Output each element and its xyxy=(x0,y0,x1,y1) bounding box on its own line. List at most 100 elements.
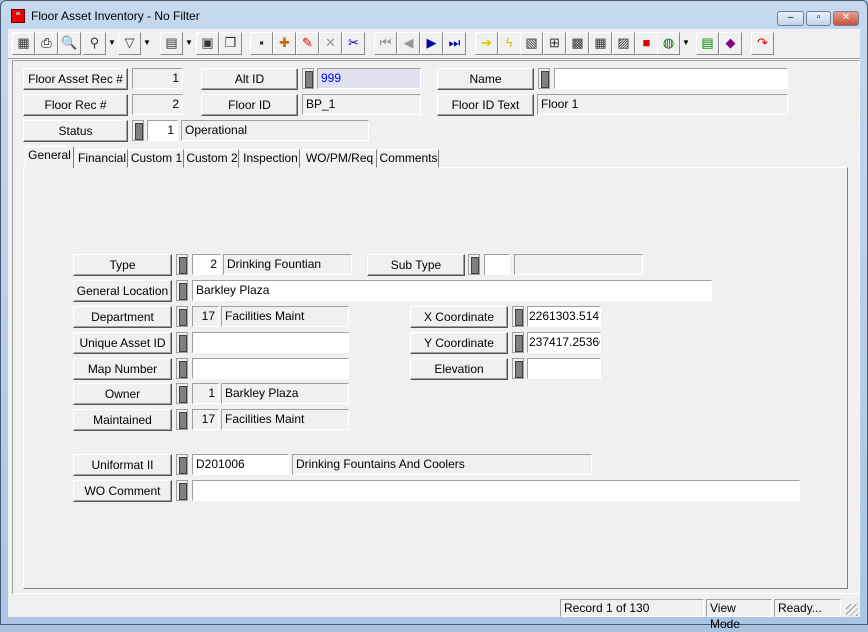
filter-button[interactable]: ▽ xyxy=(118,32,141,55)
cut-button[interactable]: ✂ xyxy=(342,32,365,55)
globe-button[interactable]: ◍ xyxy=(657,32,680,55)
save-button[interactable]: ▪ xyxy=(250,32,273,55)
minimize-button[interactable]: – xyxy=(777,11,804,26)
alt-id-field[interactable]: 999 xyxy=(317,68,421,89)
maximize-button[interactable]: ▫ xyxy=(806,11,831,26)
calculator-button[interactable]: ▦ xyxy=(589,32,612,55)
last-record-button[interactable]: ⏭ xyxy=(443,32,466,55)
delete-button[interactable]: ✕ xyxy=(319,32,342,55)
chevron-down-icon[interactable]: ▼ xyxy=(106,32,118,55)
uniformat-code-field[interactable]: D201006 xyxy=(192,454,289,475)
toolbox-button[interactable]: ■ xyxy=(635,32,658,55)
floor-rec-button[interactable]: Floor Rec # xyxy=(23,94,128,116)
floor-id-text-button[interactable]: Floor ID Text xyxy=(437,94,534,116)
y-coordinate-handle[interactable] xyxy=(512,332,524,353)
tab-general[interactable]: General xyxy=(25,146,74,168)
elevation-handle[interactable] xyxy=(512,358,524,379)
unique-asset-id-handle[interactable] xyxy=(176,332,188,353)
sub-type-text-field xyxy=(514,254,643,275)
spreadsheet-button[interactable]: ▤ xyxy=(696,32,719,55)
edit-button[interactable]: ✎ xyxy=(296,32,319,55)
status-button[interactable]: Status xyxy=(23,120,128,142)
general-location-lookup-handle[interactable] xyxy=(176,280,188,301)
name-lookup-handle[interactable] xyxy=(538,68,550,89)
owner-text-field: Barkley Plaza xyxy=(221,383,349,404)
hierarchy-icon: ▧ xyxy=(525,35,538,50)
resize-grip[interactable] xyxy=(846,604,858,616)
maintained-lookup-handle[interactable] xyxy=(176,409,188,430)
uniformat-lookup-handle[interactable] xyxy=(176,454,188,475)
department-button[interactable]: Department xyxy=(73,306,172,328)
close-button[interactable]: ✕ xyxy=(833,11,859,26)
name-button[interactable]: Name xyxy=(437,68,534,90)
relations-button[interactable]: ⊞ xyxy=(543,32,566,55)
previous-record-button[interactable]: ◀ xyxy=(397,32,420,55)
chevron-down-icon[interactable]: ▼ xyxy=(680,32,692,55)
elevation-button[interactable]: Elevation xyxy=(410,358,508,380)
form-view-button[interactable]: ▦ xyxy=(12,32,35,55)
y-coordinate-button[interactable]: Y Coordinate xyxy=(410,332,508,354)
y-coordinate-field[interactable]: 237417.25360 xyxy=(527,332,601,353)
type-lookup-handle[interactable] xyxy=(176,254,188,275)
type-button[interactable]: Type xyxy=(73,254,172,276)
map-number-handle[interactable] xyxy=(176,358,188,379)
sub-type-button[interactable]: Sub Type xyxy=(367,254,465,276)
tab-financial[interactable]: Financial xyxy=(76,149,128,168)
add-record-button[interactable]: ✚ xyxy=(273,32,296,55)
properties-button[interactable]: ▣ xyxy=(196,32,219,55)
x-coordinate-field[interactable]: 2261303.5147 xyxy=(527,306,601,327)
map-number-button[interactable]: Map Number xyxy=(73,358,172,380)
general-location-field[interactable]: Barkley Plaza xyxy=(192,280,712,301)
alt-id-lookup-handle[interactable] xyxy=(302,68,314,89)
report-button[interactable]: ▤ xyxy=(160,32,183,55)
exit-button[interactable]: ↷ xyxy=(751,32,774,55)
elevation-field[interactable] xyxy=(527,358,601,379)
department-lookup-handle[interactable] xyxy=(176,306,188,327)
floor-asset-rec-button[interactable]: Floor Asset Rec # xyxy=(23,68,128,90)
general-location-button[interactable]: General Location xyxy=(73,280,172,302)
floor-id-button[interactable]: Floor ID xyxy=(201,94,298,116)
goto-icon: ➔ xyxy=(481,35,492,50)
wo-comment-field[interactable] xyxy=(192,480,800,501)
unique-asset-id-button[interactable]: Unique Asset ID xyxy=(73,332,172,354)
x-coordinate-button[interactable]: X Coordinate xyxy=(410,306,508,328)
chevron-down-icon[interactable]: ▼ xyxy=(183,32,195,55)
owner-button[interactable]: Owner xyxy=(73,383,172,405)
owner-lookup-handle[interactable] xyxy=(176,383,188,404)
wo-comment-handle[interactable] xyxy=(176,480,188,501)
preview-button[interactable]: 🔍 xyxy=(58,32,81,55)
lightning-button[interactable]: ϟ xyxy=(498,32,521,55)
first-record-button[interactable]: ⏮ xyxy=(374,32,397,55)
chevron-down-icon[interactable]: ▼ xyxy=(141,32,153,55)
type-code-field[interactable]: 2 xyxy=(192,254,221,275)
copy-record-button[interactable]: ❐ xyxy=(219,32,242,55)
previous-record-icon: ◀ xyxy=(403,35,414,50)
sub-type-lookup-handle[interactable] xyxy=(468,254,480,275)
print-button[interactable]: ⎙ xyxy=(35,32,58,55)
status-lookup-handle[interactable] xyxy=(132,120,144,141)
edit-icon: ✎ xyxy=(302,35,313,50)
goto-button[interactable]: ➔ xyxy=(475,32,498,55)
next-record-button[interactable]: ▶ xyxy=(420,32,443,55)
find-button[interactable]: ⚲ xyxy=(83,32,106,55)
tab-comments[interactable]: Comments xyxy=(378,149,439,168)
map-number-field[interactable] xyxy=(192,358,349,379)
unique-asset-id-field[interactable] xyxy=(192,332,349,353)
x-coordinate-handle[interactable] xyxy=(512,306,524,327)
tab-inspection[interactable]: Inspection xyxy=(241,149,300,168)
tab-custom-1[interactable]: Custom 1 xyxy=(129,149,184,168)
drawing-button[interactable]: ▨ xyxy=(612,32,635,55)
app-icon xyxy=(11,9,25,23)
sub-type-code-field[interactable] xyxy=(484,254,510,275)
map-button[interactable]: ▩ xyxy=(566,32,589,55)
book-button[interactable]: ◆ xyxy=(719,32,742,55)
hierarchy-button[interactable]: ▧ xyxy=(520,32,543,55)
wo-comment-button[interactable]: WO Comment xyxy=(73,480,172,502)
tab-custom-2[interactable]: Custom 2 xyxy=(185,149,239,168)
name-field[interactable] xyxy=(554,68,788,89)
status-code-field[interactable]: 1 xyxy=(147,120,178,141)
tab-wo-pm-req[interactable]: WO/PM/Req xyxy=(302,149,377,168)
maintained-button[interactable]: Maintained xyxy=(73,409,172,431)
uniformat-button[interactable]: Uniformat II xyxy=(73,454,172,476)
alt-id-button[interactable]: Alt ID xyxy=(201,68,298,90)
